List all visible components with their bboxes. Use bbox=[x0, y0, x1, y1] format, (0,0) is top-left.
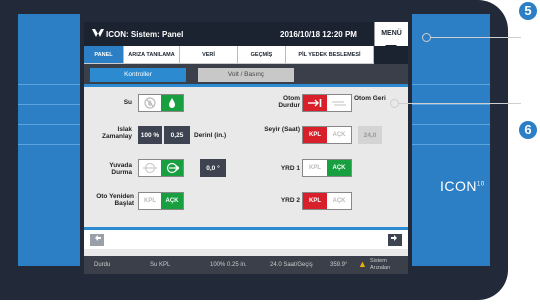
callout-marker bbox=[390, 99, 399, 108]
menu-button[interactable]: MENÜ bbox=[374, 22, 408, 46]
auto-reverse-label: Otom Geri bbox=[354, 95, 386, 102]
auto-restart-toggle[interactable]: KPL AÇK bbox=[138, 192, 184, 210]
aux1-toggle[interactable]: KPL AÇK bbox=[302, 159, 352, 177]
sub-tabs: Kontroller Volt / Basınç bbox=[84, 64, 408, 84]
depth-unit-label: Derinl (in.) bbox=[194, 132, 227, 139]
status-state: Durdu bbox=[94, 262, 111, 268]
aux2-label: YRD 2 bbox=[280, 197, 300, 204]
water-toggle[interactable] bbox=[138, 94, 184, 112]
percent-input[interactable]: 100 % bbox=[138, 126, 162, 144]
bottom-nav bbox=[84, 227, 408, 249]
right-button-divider bbox=[412, 124, 490, 125]
depth-input[interactable]: 0,25 bbox=[164, 126, 190, 144]
subtab-volt[interactable]: Volt / Basınç bbox=[198, 68, 294, 82]
accent-divider bbox=[84, 84, 408, 87]
auto-restart-label: Oto Yeniden Başlat bbox=[96, 193, 134, 207]
tab-ariza-tanilama[interactable]: ARIZA TANILAMA bbox=[124, 46, 180, 63]
status-alarm[interactable]: Sistem Arızaları bbox=[370, 258, 404, 272]
left-button-divider bbox=[18, 84, 80, 85]
aux1-label: YRD 1 bbox=[280, 165, 300, 172]
park-angle-input[interactable]: 0,0 ° bbox=[200, 159, 226, 177]
arrow-right-icon[interactable] bbox=[388, 234, 402, 246]
controller-device: ICON10 ICON: Sistem: Panel 2016/10/18 12… bbox=[0, 0, 508, 300]
tab-panel[interactable]: PANEL bbox=[84, 46, 124, 63]
aux2-off[interactable]: AÇK bbox=[327, 193, 351, 209]
touch-screen: ICON: Sistem: Panel 2016/10/18 12:20 PM … bbox=[84, 22, 408, 274]
auto-restart-on[interactable]: AÇK bbox=[161, 193, 183, 209]
status-water: Su KPL bbox=[150, 262, 171, 268]
water-off-icon[interactable] bbox=[139, 95, 161, 111]
islak-label: Islak Zamanlay bbox=[102, 126, 132, 140]
su-label: Su bbox=[123, 99, 132, 106]
auto-stop-icon[interactable] bbox=[303, 95, 327, 111]
right-button-divider bbox=[412, 144, 490, 145]
status-speed: 100% 0.25 in. bbox=[210, 262, 247, 268]
tab-pil-yedek[interactable]: PİL YEDEK BESLEMESİ bbox=[286, 46, 374, 63]
left-button-divider bbox=[18, 124, 80, 125]
status-bar: Durdu Su KPL 100% 0.25 in. 24.0 Saat/Geç… bbox=[84, 256, 408, 274]
left-button-panel bbox=[18, 14, 80, 266]
auto-restart-off[interactable]: KPL bbox=[139, 193, 161, 209]
park-off-icon[interactable] bbox=[139, 160, 161, 176]
water-on-icon[interactable] bbox=[161, 95, 183, 111]
aux1-on[interactable]: AÇK bbox=[327, 160, 351, 176]
status-cycle: 24.0 Saat/Geçiş bbox=[270, 262, 313, 268]
tab-gecmis[interactable]: GEÇMİŞ bbox=[238, 46, 286, 63]
caret-down-icon bbox=[385, 45, 397, 51]
right-button-divider bbox=[412, 104, 490, 105]
seyir-hours-input[interactable]: 24,0 bbox=[358, 126, 382, 144]
valley-logo-icon bbox=[92, 29, 104, 40]
status-angle: 359.9° bbox=[330, 262, 348, 268]
seyir-off[interactable]: AÇK bbox=[327, 127, 351, 143]
brand-logo: ICON10 bbox=[440, 178, 485, 194]
seyir-toggle[interactable]: KPL AÇK bbox=[302, 126, 352, 144]
subtab-controls[interactable]: Kontroller bbox=[90, 68, 186, 82]
callout-leader bbox=[431, 37, 521, 38]
datetime: 2016/10/18 12:20 PM bbox=[280, 30, 357, 39]
aux2-toggle[interactable]: KPL AÇK bbox=[302, 192, 352, 210]
tab-veri[interactable]: VERİ bbox=[180, 46, 238, 63]
title-bar: ICON: Sistem: Panel 2016/10/18 12:20 PM bbox=[84, 22, 408, 46]
aux2-on[interactable]: KPL bbox=[303, 193, 327, 209]
seyir-on[interactable]: KPL bbox=[303, 127, 327, 143]
park-on-icon[interactable] bbox=[161, 160, 183, 176]
left-button-divider bbox=[18, 104, 80, 105]
page-title: ICON: Sistem: Panel bbox=[106, 30, 184, 39]
park-toggle[interactable] bbox=[138, 159, 184, 177]
auto-stop-toggle[interactable] bbox=[302, 94, 352, 112]
right-button-panel bbox=[412, 14, 490, 266]
callout-6: 6 bbox=[519, 121, 537, 139]
auto-reverse-icon[interactable] bbox=[327, 95, 351, 111]
callout-5: 5 bbox=[519, 2, 537, 20]
yuvada-label: Yuvada Durma bbox=[109, 162, 132, 176]
arrow-left-icon[interactable] bbox=[90, 234, 104, 246]
seyir-label: Seyir (Saat) bbox=[264, 126, 300, 133]
aux1-off[interactable]: KPL bbox=[303, 160, 327, 176]
warning-icon: ▲ bbox=[358, 259, 367, 269]
callout-leader bbox=[399, 103, 521, 104]
main-tabs: PANEL ARIZA TANILAMA VERİ GEÇMİŞ PİL YED… bbox=[84, 46, 374, 64]
right-button-divider bbox=[412, 84, 490, 85]
left-button-divider bbox=[18, 144, 80, 145]
auto-stop-label: Otom Durdur bbox=[278, 95, 300, 109]
callout-marker bbox=[422, 33, 431, 42]
